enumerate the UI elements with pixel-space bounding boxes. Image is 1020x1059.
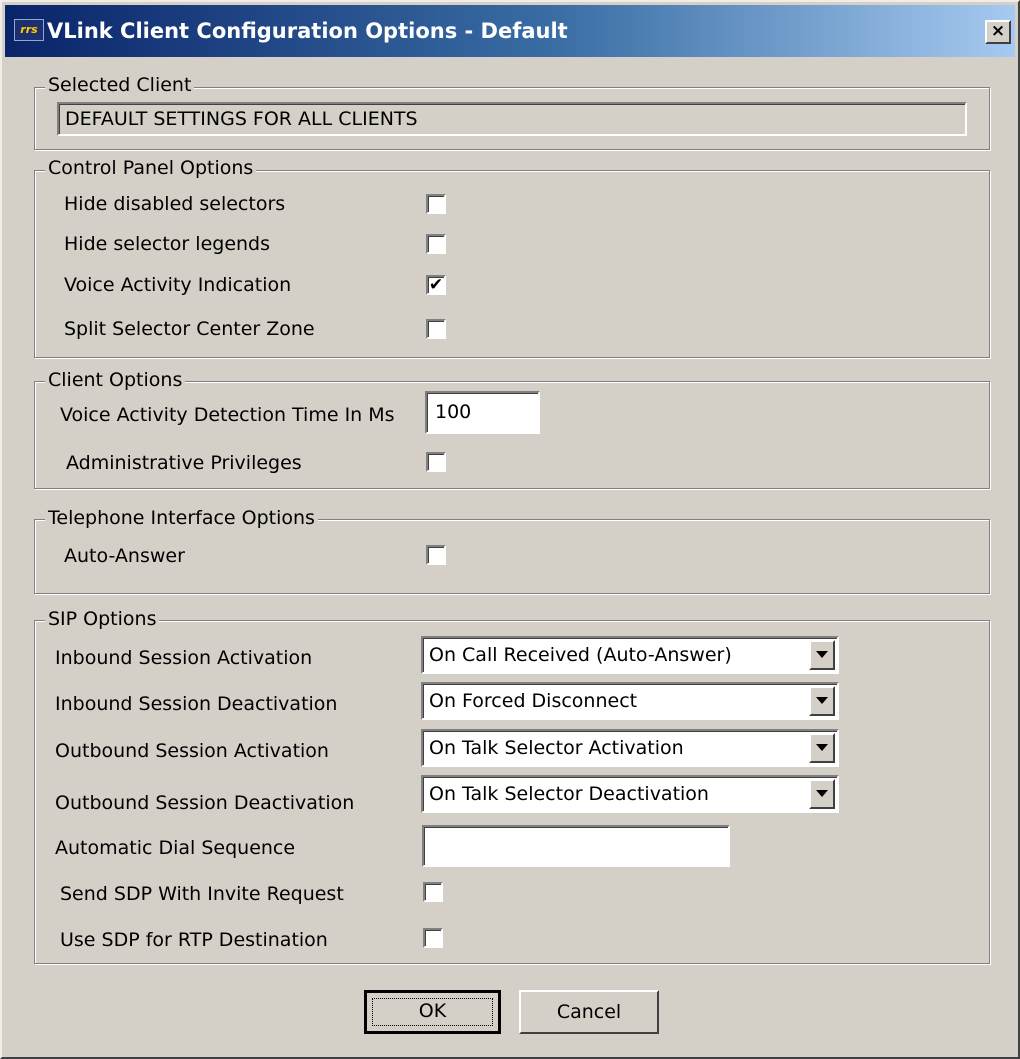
hide-disabled-selectors-checkbox[interactable]	[426, 194, 446, 214]
inbound-deactivation-value: On Forced Disconnect	[429, 690, 638, 712]
inbound-deactivation-dropdown-button[interactable]	[809, 686, 835, 716]
auto-answer-label: Auto-Answer	[64, 545, 185, 567]
vad-time-input[interactable]: 100	[425, 391, 540, 434]
inbound-activation-select[interactable]: On Call Received (Auto-Answer)	[421, 636, 839, 674]
inbound-deactivation-select[interactable]: On Forced Disconnect	[421, 682, 839, 720]
outbound-activation-dropdown-button[interactable]	[809, 733, 835, 763]
title-bar[interactable]: rrs VLink Client Configuration Options -…	[5, 5, 1015, 57]
use-sdp-rtp-checkbox[interactable]	[423, 928, 443, 948]
administrative-privileges-checkbox[interactable]	[426, 452, 446, 472]
use-sdp-rtp-label: Use SDP for RTP Destination	[60, 929, 328, 951]
client-options-legend: Client Options	[45, 369, 186, 391]
split-selector-center-zone-checkbox[interactable]	[426, 319, 446, 339]
inbound-activation-dropdown-button[interactable]	[809, 640, 835, 670]
voice-activity-indication-checkbox[interactable]: ✔	[426, 275, 446, 295]
checkmark-icon: ✔	[428, 275, 444, 295]
ok-button[interactable]: OK	[364, 990, 501, 1034]
cancel-button[interactable]: Cancel	[519, 990, 659, 1034]
window-title: VLink Client Configuration Options - Def…	[47, 19, 568, 43]
selected-client-legend: Selected Client	[45, 74, 195, 96]
outbound-activation-value: On Talk Selector Activation	[429, 737, 684, 759]
inbound-deactivation-label: Inbound Session Deactivation	[55, 693, 338, 715]
hide-selector-legends-checkbox[interactable]	[426, 234, 446, 254]
send-sdp-invite-checkbox[interactable]	[423, 882, 443, 902]
outbound-activation-label: Outbound Session Activation	[55, 740, 329, 762]
auto-answer-checkbox[interactable]	[426, 545, 446, 565]
close-button[interactable]: ×	[985, 20, 1011, 44]
app-logo-icon: rrs	[14, 19, 44, 41]
dialog-window: rrs VLink Client Configuration Options -…	[0, 0, 1020, 1059]
outbound-deactivation-label: Outbound Session Deactivation	[55, 792, 355, 814]
vad-time-label: Voice Activity Detection Time In Ms	[60, 404, 395, 426]
administrative-privileges-label: Administrative Privileges	[66, 452, 302, 474]
automatic-dial-sequence-label: Automatic Dial Sequence	[55, 837, 296, 859]
vad-time-value: 100	[435, 401, 472, 423]
outbound-activation-select[interactable]: On Talk Selector Activation	[421, 729, 839, 767]
hide-selector-legends-label: Hide selector legends	[64, 233, 271, 255]
selected-client-field: DEFAULT SETTINGS FOR ALL CLIENTS	[57, 102, 967, 136]
control-panel-legend: Control Panel Options	[45, 157, 257, 179]
selected-client-value: DEFAULT SETTINGS FOR ALL CLIENTS	[65, 108, 418, 130]
split-selector-center-zone-label: Split Selector Center Zone	[64, 318, 315, 340]
inbound-activation-label: Inbound Session Activation	[55, 647, 313, 669]
chevron-down-icon	[816, 744, 828, 751]
sip-options-legend: SIP Options	[45, 608, 160, 630]
inbound-activation-value: On Call Received (Auto-Answer)	[429, 644, 732, 666]
outbound-deactivation-value: On Talk Selector Deactivation	[429, 783, 709, 805]
close-icon: ×	[990, 21, 1006, 41]
telephone-options-legend: Telephone Interface Options	[45, 507, 318, 529]
cancel-button-label: Cancel	[556, 1001, 622, 1023]
outbound-deactivation-select[interactable]: On Talk Selector Deactivation	[421, 775, 839, 813]
hide-disabled-selectors-label: Hide disabled selectors	[64, 193, 286, 215]
automatic-dial-sequence-input[interactable]	[422, 825, 730, 867]
chevron-down-icon	[816, 790, 828, 797]
chevron-down-icon	[816, 651, 828, 658]
send-sdp-invite-label: Send SDP With Invite Request	[60, 883, 344, 905]
outbound-deactivation-dropdown-button[interactable]	[809, 779, 835, 809]
chevron-down-icon	[816, 697, 828, 704]
ok-button-label: OK	[418, 1000, 447, 1022]
voice-activity-indication-label: Voice Activity Indication	[64, 274, 292, 296]
